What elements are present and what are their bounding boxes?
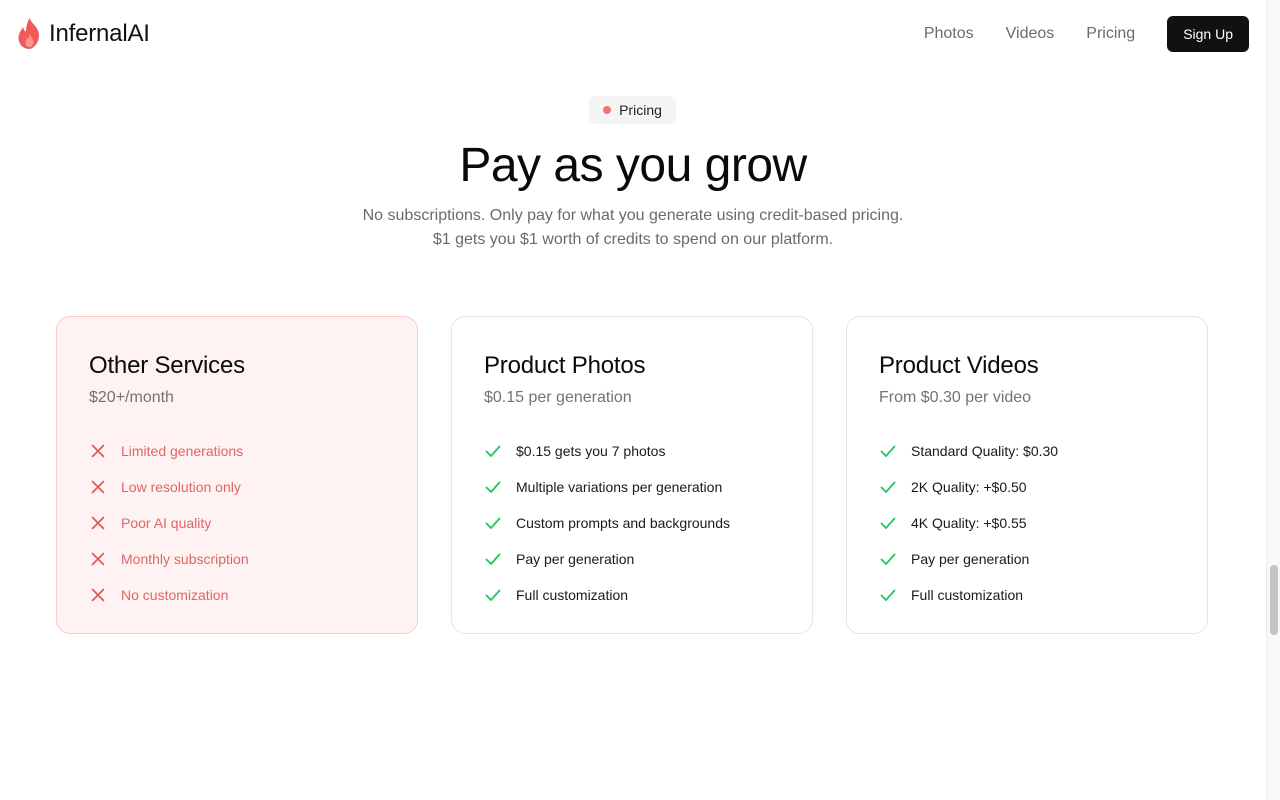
pricing-card-product-videos: Product Videos From $0.30 per video Stan… [846,316,1208,634]
main-nav: Photos Videos Pricing Sign Up [924,16,1249,52]
badge-label: Pricing [619,102,662,118]
feature-item: Custom prompts and backgrounds [484,505,780,541]
nav-link-photos[interactable]: Photos [924,16,974,52]
feature-item: Standard Quality: $0.30 [879,433,1175,469]
feature-item: Multiple variations per generation [484,469,780,505]
feature-item: $0.15 gets you 7 photos [484,433,780,469]
feature-item: Monthly subscription [89,541,385,577]
pricing-card-product-photos: Product Photos $0.15 per generation $0.1… [451,316,813,634]
feature-list: Limited generations Low resolution only … [89,433,385,613]
sign-up-button[interactable]: Sign Up [1167,16,1249,52]
x-icon [91,444,105,458]
section-badge: Pricing [589,96,676,124]
subtitle-line: $1 gets you $1 worth of credits to spend… [432,231,834,248]
check-icon [880,445,896,457]
card-title: Other Services [89,352,245,379]
feature-text: No customization [121,587,229,603]
feature-text: Standard Quality: $0.30 [911,443,1059,459]
check-icon [880,589,896,601]
feature-item: Full customization [484,577,780,613]
x-icon [91,516,105,530]
page-title: Pay as you grow [459,139,807,192]
feature-text: Limited generations [121,443,244,459]
pricing-card-other-services: Other Services $20+/month Limited genera… [56,316,418,634]
subtitle-line: No subscriptions. Only pay for what you … [362,207,904,224]
feature-text: Custom prompts and backgrounds [516,515,730,531]
feature-item: Pay per generation [879,541,1175,577]
feature-item: 4K Quality: +$0.55 [879,505,1175,541]
x-icon [91,588,105,602]
card-title: Product Photos [484,352,646,379]
card-price: $0.15 per generation [484,389,632,406]
feature-text: 2K Quality: +$0.50 [911,479,1027,495]
feature-item: No customization [89,577,385,613]
check-icon [880,481,896,493]
x-icon [91,480,105,494]
feature-item: Poor AI quality [89,505,385,541]
feature-text: Pay per generation [516,551,635,567]
feature-item: Full customization [879,577,1175,613]
check-icon [485,553,501,565]
nav-link-pricing[interactable]: Pricing [1086,16,1135,52]
check-icon [485,589,501,601]
check-icon [880,517,896,529]
card-price: From $0.30 per video [879,389,1032,406]
scrollbar-thumb[interactable] [1270,565,1278,635]
feature-text: Full customization [516,587,629,603]
feature-text: Pay per generation [911,551,1030,567]
feature-item: 2K Quality: +$0.50 [879,469,1175,505]
page-subtitle: No subscriptions. Only pay for what you … [0,204,1266,252]
feature-text: Monthly subscription [121,551,249,567]
feature-text: Multiple variations per generation [516,479,723,495]
brand-name: InfernalAI [49,19,150,47]
badge-dot-icon [603,106,612,114]
feature-text: Poor AI quality [121,515,212,531]
x-icon [91,552,105,566]
page-scrollbar[interactable] [1266,0,1280,800]
brand-logo[interactable]: InfernalAI [16,17,150,50]
feature-text: $0.15 gets you 7 photos [516,443,666,459]
card-price: $20+/month [89,389,174,406]
nav-link-videos[interactable]: Videos [1006,16,1055,52]
card-title: Product Videos [879,352,1039,379]
feature-item: Low resolution only [89,469,385,505]
feature-list: $0.15 gets you 7 photos Multiple variati… [484,433,780,613]
feature-item: Pay per generation [484,541,780,577]
feature-item: Limited generations [89,433,385,469]
feature-text: Low resolution only [121,479,241,495]
check-icon [485,445,501,457]
site-header: InfernalAI Photos Videos Pricing Sign Up [0,0,1266,68]
check-icon [485,517,501,529]
check-icon [880,553,896,565]
feature-text: 4K Quality: +$0.55 [911,515,1027,531]
flame-icon [18,18,39,49]
feature-list: Standard Quality: $0.30 2K Quality: +$0.… [879,433,1175,613]
check-icon [485,481,501,493]
feature-text: Full customization [911,587,1024,603]
